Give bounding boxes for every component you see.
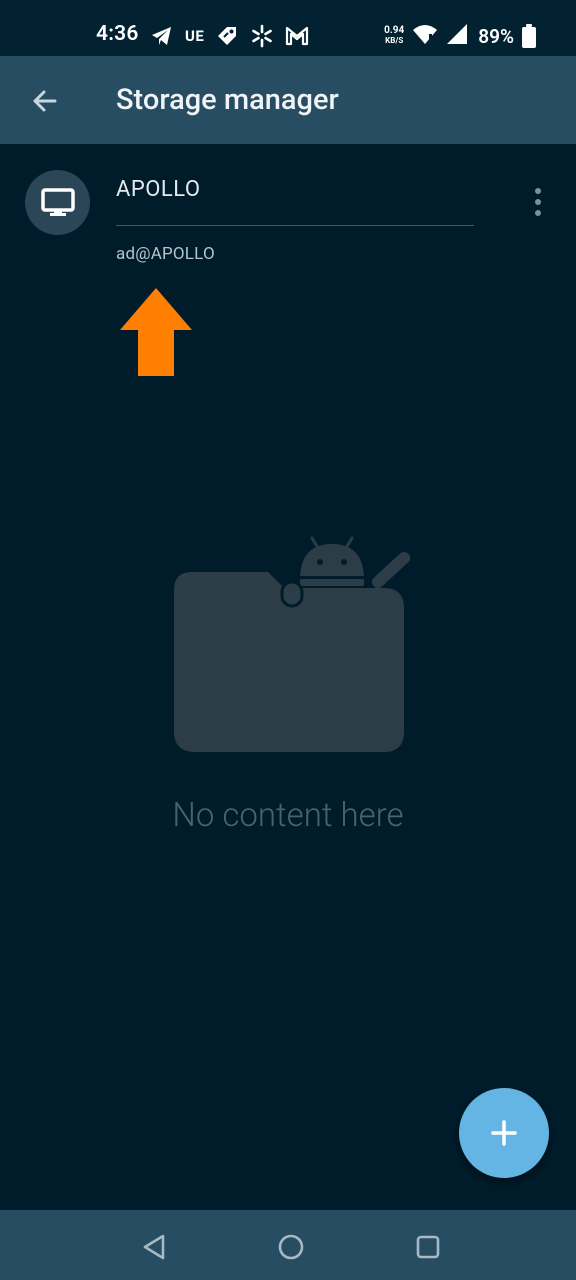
plus-icon bbox=[491, 1120, 517, 1146]
tag-icon bbox=[215, 24, 239, 48]
telegram-icon bbox=[150, 24, 174, 48]
nav-recents-button[interactable] bbox=[408, 1227, 448, 1267]
network-speed-unit: KB/S bbox=[385, 36, 404, 45]
nav-recents-icon bbox=[416, 1235, 440, 1259]
back-button[interactable] bbox=[24, 80, 66, 122]
storage-subtitle: ad@APOLLO bbox=[116, 244, 215, 264]
folder-with-android-icon bbox=[174, 536, 410, 752]
battery-percent: 89% bbox=[478, 24, 514, 48]
nav-back-button[interactable] bbox=[134, 1227, 174, 1267]
status-system-icons: 0.94 KB/S 89% bbox=[384, 20, 536, 52]
empty-state-message: No content here bbox=[172, 796, 404, 835]
divider bbox=[116, 225, 474, 226]
orange-up-arrow-icon bbox=[120, 288, 192, 376]
nav-back-icon bbox=[143, 1234, 165, 1260]
system-nav-bar bbox=[0, 1210, 576, 1280]
walmart-spark-icon bbox=[250, 24, 274, 48]
storage-list-item[interactable]: APOLLO ad@APOLLO bbox=[0, 144, 576, 284]
page-title: Storage manager bbox=[116, 83, 339, 117]
nav-home-icon bbox=[278, 1234, 304, 1260]
network-speed: 0.94 KB/S bbox=[384, 26, 404, 46]
status-notification-icons: UE bbox=[150, 20, 309, 52]
wifi-icon bbox=[412, 23, 438, 49]
monitor-icon bbox=[40, 187, 75, 216]
more-vert-dot bbox=[535, 210, 541, 216]
network-speed-value: 0.94 bbox=[384, 25, 405, 36]
storage-name: APOLLO bbox=[116, 177, 201, 202]
more-vert-dot bbox=[535, 199, 541, 205]
gmail-icon bbox=[285, 24, 309, 48]
more-options-button[interactable] bbox=[524, 184, 552, 220]
more-vert-icon bbox=[535, 188, 541, 194]
status-bar: 4:36 UE 0.94 KB/S 89% bbox=[0, 0, 576, 56]
signal-icon bbox=[446, 23, 468, 49]
ue-icon: UE bbox=[185, 27, 205, 45]
arrow-back-icon bbox=[33, 90, 57, 112]
nav-home-button[interactable] bbox=[271, 1227, 311, 1267]
add-storage-fab[interactable] bbox=[459, 1088, 549, 1178]
battery-icon bbox=[522, 24, 536, 48]
app-bar: Storage manager bbox=[0, 56, 576, 144]
storage-avatar bbox=[25, 170, 90, 235]
status-time: 4:36 bbox=[96, 22, 139, 46]
